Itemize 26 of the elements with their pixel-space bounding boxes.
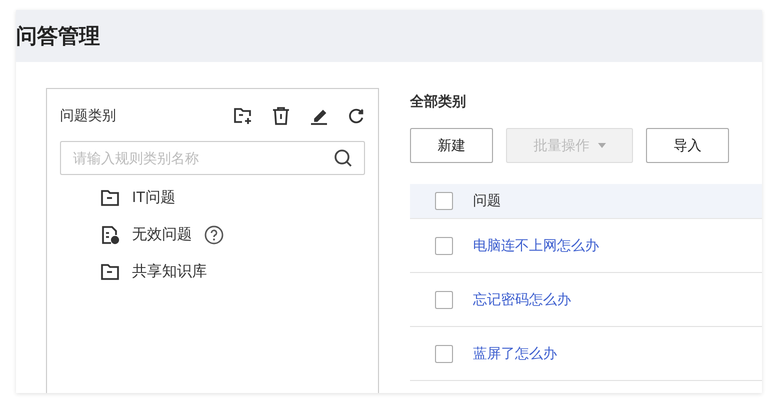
- checkbox[interactable]: [435, 236, 453, 254]
- help-icon[interactable]: [204, 224, 224, 244]
- page-title: 问答管理: [16, 24, 100, 50]
- checkbox[interactable]: [435, 290, 453, 308]
- trash-icon[interactable]: [271, 106, 291, 126]
- refresh-icon[interactable]: [347, 107, 365, 125]
- caret-icon: [598, 143, 606, 148]
- column-header: 问题: [473, 192, 501, 210]
- panel-title: 问题类别: [60, 107, 116, 125]
- action-button[interactable]: 新建: [410, 128, 493, 163]
- add-folder-icon[interactable]: [233, 106, 253, 126]
- category-item[interactable]: 共享知识库: [132, 262, 207, 281]
- checkbox[interactable]: [435, 344, 453, 362]
- search-field[interactable]: 请输入规则类别名称: [60, 141, 365, 175]
- search-icon[interactable]: [333, 148, 353, 168]
- question-link[interactable]: 蓝屏了怎么办: [473, 344, 557, 362]
- category-item[interactable]: 无效问题: [132, 225, 192, 244]
- category-item[interactable]: IT问题: [132, 188, 176, 207]
- folder-icon: [100, 188, 120, 208]
- section-title: 全部类别: [410, 93, 467, 111]
- action-button[interactable]: 导入: [646, 128, 729, 163]
- checkbox[interactable]: [435, 192, 453, 210]
- question-link[interactable]: 电脑连不上网怎么办: [473, 236, 599, 254]
- document-block-icon: [100, 224, 120, 244]
- folder-icon: [100, 262, 120, 282]
- question-link[interactable]: 忘记密码怎么办: [473, 290, 571, 308]
